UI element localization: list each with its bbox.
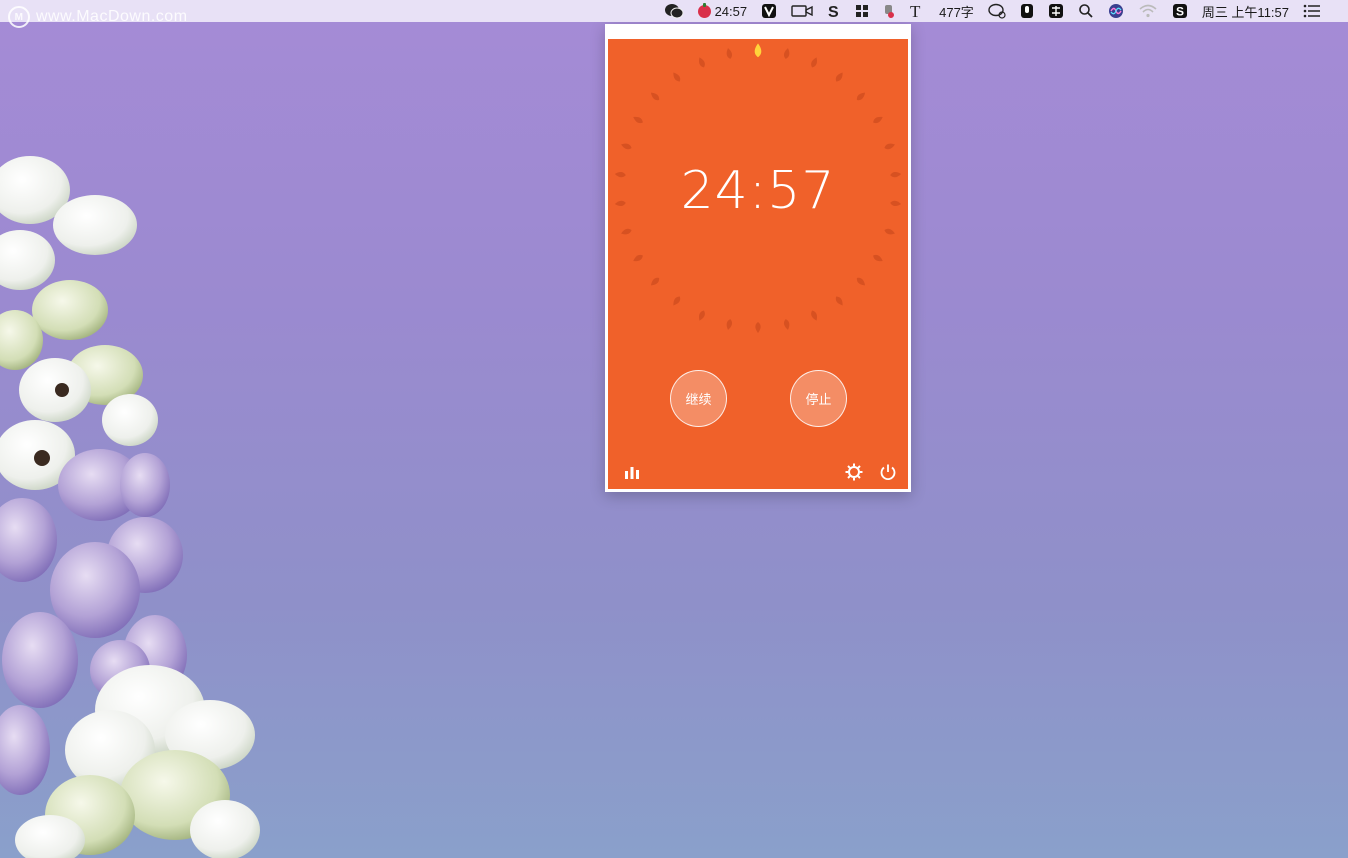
dial-tick — [856, 277, 866, 286]
wifi-icon[interactable] — [1131, 0, 1165, 22]
bar-chart-icon[interactable] — [622, 462, 642, 482]
svg-text:S: S — [1176, 5, 1184, 19]
macdown-logo-icon: M — [8, 6, 30, 28]
dial-tick — [633, 254, 643, 262]
watermark: M www.MacDown.com — [8, 6, 188, 28]
dial-tick — [726, 319, 733, 330]
menubar-clock[interactable]: 周三 上午11:57 — [1195, 0, 1296, 22]
continue-button[interactable]: 继续 — [670, 370, 727, 427]
dial-tick — [884, 143, 895, 150]
dial-tick — [673, 72, 681, 82]
dial-tick — [621, 228, 632, 235]
dial-tick — [873, 116, 883, 124]
input-method-icon[interactable] — [1041, 0, 1071, 22]
dial-tick — [650, 92, 660, 101]
dial-tick — [699, 310, 705, 321]
tomato-timer-menu[interactable]: 24:57 — [691, 0, 755, 22]
v-logo-icon[interactable] — [754, 0, 784, 22]
dial-tick — [783, 319, 790, 330]
dial-tick — [726, 48, 733, 59]
tomato-timer-label: 24:57 — [714, 3, 748, 19]
dial-tick — [873, 254, 883, 262]
dial-tick — [884, 228, 895, 235]
stop-button[interactable]: 停止 — [790, 370, 847, 427]
dial-tick — [783, 48, 790, 59]
timer-panel: 24:57 继续 停止 — [608, 39, 908, 489]
dial-tick — [835, 296, 843, 306]
desktop-flower-wallpaper — [0, 156, 260, 858]
bookmark-grid-icon[interactable] — [848, 0, 876, 22]
search-icon[interactable] — [1071, 0, 1101, 22]
power-icon[interactable] — [878, 462, 898, 482]
svg-text:S: S — [828, 4, 839, 19]
dial-tick — [811, 57, 817, 68]
dial-tick-active — [754, 43, 762, 58]
dial-tick — [650, 277, 660, 286]
text-t-icon[interactable]: T — [902, 0, 932, 22]
list-icon[interactable] — [1296, 0, 1328, 22]
dial-tick — [835, 72, 843, 82]
dial-tick — [633, 116, 643, 124]
timer-popover: 24:57 继续 停止 — [605, 24, 911, 492]
svg-text:T: T — [910, 3, 921, 19]
dial-tick — [856, 92, 866, 101]
tomato-timer-icon — [697, 2, 711, 18]
dial-tick — [621, 143, 632, 150]
microphone-icon[interactable] — [1013, 0, 1041, 22]
siri-icon[interactable] — [1101, 0, 1131, 22]
chat-bubble-icon[interactable] — [981, 0, 1013, 22]
dial-tick — [699, 57, 705, 68]
dial-tick — [673, 296, 681, 306]
s-app-icon[interactable]: S — [820, 0, 848, 22]
sogou-icon[interactable]: S — [1165, 0, 1195, 22]
time-remaining: 24:57 — [680, 161, 836, 221]
word-count[interactable]: 477字 — [932, 0, 981, 22]
menu-bar: 24:57 S T 477字 S 周三 上午11:57 — [0, 0, 1348, 22]
dial-tick — [811, 310, 817, 321]
hand-record-icon[interactable] — [876, 0, 902, 22]
video-camera-icon[interactable] — [784, 0, 820, 22]
gear-icon[interactable] — [844, 462, 864, 482]
watermark-text: www.MacDown.com — [36, 8, 188, 25]
dial-tick — [755, 322, 761, 333]
wechat-icon[interactable] — [657, 0, 691, 22]
